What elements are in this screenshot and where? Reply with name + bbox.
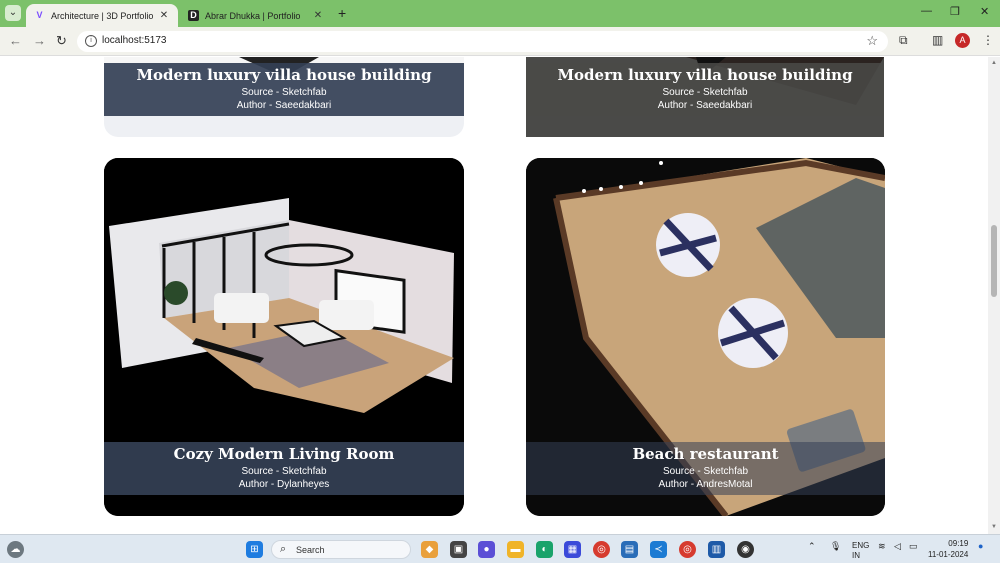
- card-source: Source - Sketchfab: [662, 466, 749, 477]
- scrollbar-thumb[interactable]: [991, 225, 997, 297]
- url-text: localhost:5173: [102, 35, 167, 46]
- tab-architecture[interactable]: V Architecture | 3D Portfolio ✕: [26, 4, 178, 27]
- clock-date: 11-01-2024: [928, 550, 969, 559]
- extensions-icon[interactable]: ⧉: [899, 33, 908, 48]
- chevron-up-icon[interactable]: ⌃: [808, 541, 816, 552]
- page-viewport: Modern luxury villa house building Sourc…: [0, 57, 988, 534]
- card-title: Beach restaurant: [632, 445, 779, 463]
- vite-icon: V: [36, 10, 43, 20]
- project-card[interactable]: Beach restaurant Source - Sketchfab Auth…: [526, 158, 885, 516]
- close-window-button[interactable]: ✕: [980, 5, 989, 18]
- task-view-icon[interactable]: ▣: [450, 541, 467, 558]
- chrome-icon[interactable]: ◎: [593, 541, 610, 558]
- card-author: Author - Dylanheyes: [238, 479, 330, 490]
- browser-tabbar: ⌄ V Architecture | 3D Portfolio ✕ D Abra…: [0, 0, 1000, 27]
- project-card[interactable]: Cozy Modern Living Room Source - Sketchf…: [104, 158, 464, 516]
- copilot-icon[interactable]: ◆: [421, 541, 438, 558]
- card-caption: Modern luxury villa house building Sourc…: [104, 63, 464, 116]
- card-title: Modern luxury villa house building: [557, 66, 853, 84]
- card-source: Source - Sketchfab: [241, 87, 327, 98]
- reload-icon[interactable]: ↻: [56, 33, 67, 49]
- app-icon[interactable]: ◉: [737, 541, 754, 558]
- site-icon: D: [188, 10, 199, 21]
- clock-time: 09:19: [948, 539, 969, 548]
- search-icon: ⌕: [280, 543, 287, 555]
- bookmark-star-icon[interactable]: ☆: [866, 33, 878, 49]
- new-tab-button[interactable]: +: [338, 5, 346, 21]
- notes-icon[interactable]: ▥: [708, 541, 725, 558]
- tab-search-icon[interactable]: ⌄: [5, 5, 21, 21]
- system-clock[interactable]: 09:19 11-01-2024: [928, 538, 968, 560]
- taskbar-search[interactable]: ⌕ Search: [271, 540, 411, 559]
- language-indicator[interactable]: ENG IN: [852, 541, 869, 561]
- card-title: Modern luxury villa house building: [136, 66, 432, 84]
- card-author: Author - AndresMotal: [658, 479, 753, 490]
- battery-icon[interactable]: ▭: [909, 541, 918, 552]
- menu-icon[interactable]: ⋮: [982, 33, 994, 47]
- close-icon[interactable]: ✕: [312, 10, 324, 21]
- card-caption: Modern luxury villa house building Sourc…: [526, 63, 884, 116]
- address-bar[interactable]: i localhost:5173 ☆: [77, 31, 888, 52]
- maximize-button[interactable]: ❐: [950, 5, 960, 18]
- profile-avatar[interactable]: A: [955, 33, 970, 48]
- card-author: Author - Saeedakbari: [236, 100, 332, 111]
- card-caption: Beach restaurant Source - Sketchfab Auth…: [526, 442, 885, 495]
- store-icon[interactable]: ▤: [621, 541, 638, 558]
- tab-title: Abrar Dhukka | Portfolio: [205, 10, 301, 21]
- scroll-up-icon[interactable]: ▲: [991, 60, 997, 66]
- start-icon[interactable]: ⊞: [246, 541, 263, 558]
- forward-icon[interactable]: →: [33, 33, 46, 48]
- windows-taskbar: ☁ ⊞ ⌕ Search ◆ ▣ ● ▬ ◐ ▦ ◎ ▤ ≺ ◎ ▥ ◉ ⌃ 🎙…: [0, 534, 1000, 563]
- wifi-icon[interactable]: ≋: [878, 541, 886, 552]
- minimize-button[interactable]: —: [921, 5, 932, 17]
- chat-icon[interactable]: ●: [478, 541, 495, 558]
- browser-toolbar: ← → ↻ i localhost:5173 ☆ ⧉ ▥ A ⋮: [0, 27, 1000, 56]
- sidepanel-icon[interactable]: ▥: [932, 33, 943, 47]
- app-icon[interactable]: ▦: [564, 541, 581, 558]
- tab-abrar-portfolio[interactable]: D Abrar Dhukka | Portfolio ✕: [180, 4, 332, 27]
- weather-icon[interactable]: ☁: [7, 541, 24, 558]
- project-card[interactable]: Modern luxury villa house building Sourc…: [526, 57, 884, 137]
- site-info-icon[interactable]: i: [85, 35, 97, 47]
- lang-bottom: IN: [852, 551, 860, 560]
- close-icon[interactable]: ✕: [158, 10, 170, 21]
- lang-top: ENG: [852, 541, 870, 550]
- file-explorer-icon[interactable]: ▬: [507, 541, 524, 558]
- notification-icon[interactable]: ●: [978, 541, 983, 551]
- project-card[interactable]: Modern luxury villa house building Sourc…: [104, 57, 464, 137]
- volume-icon[interactable]: ◁: [894, 541, 901, 552]
- back-icon[interactable]: ←: [9, 33, 22, 48]
- vscode-icon[interactable]: ≺: [650, 541, 667, 558]
- card-source: Source - Sketchfab: [241, 466, 327, 477]
- chrome-profile-icon[interactable]: ◎: [679, 541, 696, 558]
- card-title: Cozy Modern Living Room: [173, 445, 395, 463]
- card-caption: Cozy Modern Living Room Source - Sketchf…: [104, 442, 464, 495]
- card-source: Source - Sketchfab: [662, 87, 748, 98]
- microphone-icon[interactable]: 🎙: [830, 541, 841, 552]
- scroll-down-icon[interactable]: ▼: [991, 524, 997, 530]
- card-author: Author - Saeedakbari: [657, 100, 753, 111]
- tab-title: Architecture | 3D Portfolio: [51, 10, 154, 21]
- search-placeholder: Search: [296, 545, 325, 555]
- page-scrollbar[interactable]: ▲ ▼: [988, 57, 1000, 534]
- edge-icon[interactable]: ◐: [536, 541, 553, 558]
